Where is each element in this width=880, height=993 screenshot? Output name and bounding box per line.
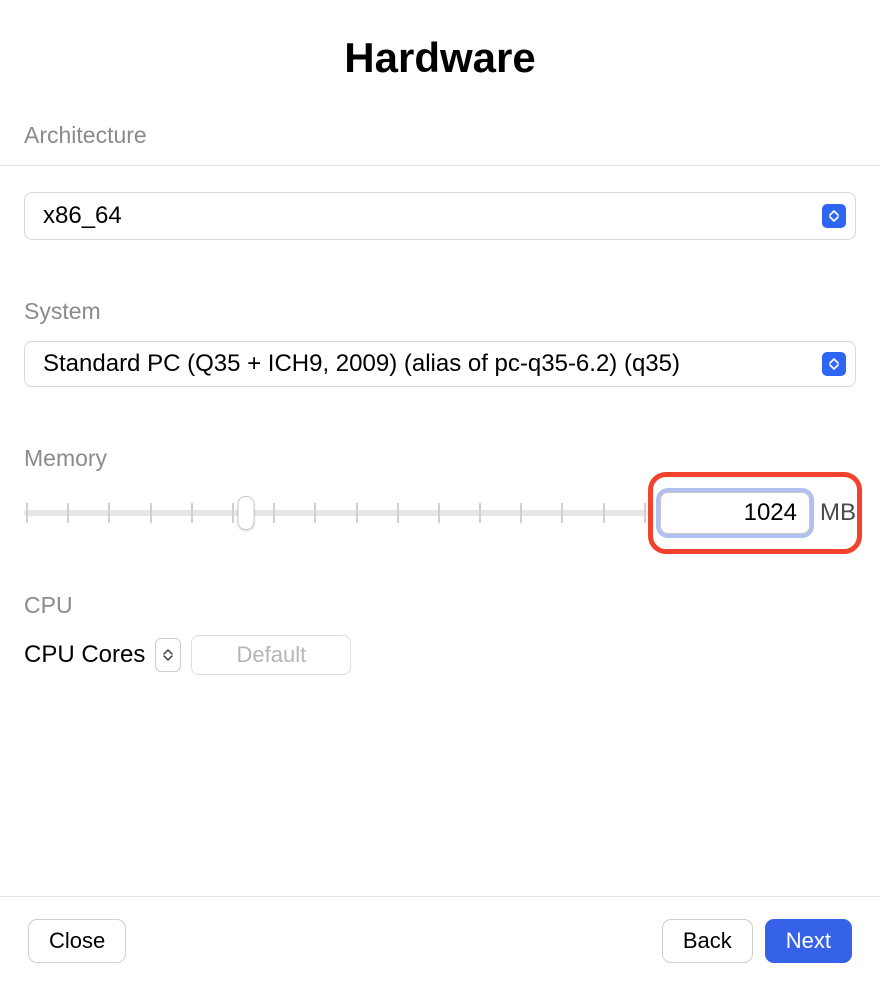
memory-slider[interactable]	[24, 493, 648, 533]
system-value: Standard PC (Q35 + ICH9, 2009) (alias of…	[43, 350, 680, 377]
memory-value-group: MB	[660, 492, 856, 534]
architecture-select-button[interactable]: x86_64	[24, 192, 856, 240]
footer: Close Back Next	[0, 896, 880, 993]
cpu-label: CPU	[24, 592, 856, 619]
cpu-cores-label: CPU Cores	[24, 641, 145, 669]
close-button[interactable]: Close	[28, 919, 126, 963]
slider-rail	[24, 510, 648, 516]
architecture-select[interactable]: x86_64	[24, 192, 856, 240]
system-select[interactable]: Standard PC (Q35 + ICH9, 2009) (alias of…	[24, 341, 856, 387]
memory-unit: MB	[820, 499, 856, 527]
memory-input[interactable]	[660, 492, 810, 534]
memory-label: Memory	[24, 445, 856, 472]
architecture-value: x86_64	[43, 202, 122, 229]
divider	[0, 165, 880, 166]
page-title: Hardware	[0, 0, 880, 122]
cpu-cores-stepper[interactable]	[155, 638, 181, 672]
select-arrows-icon	[822, 204, 846, 228]
slider-thumb[interactable]	[237, 496, 254, 530]
system-label: System	[24, 298, 856, 325]
slider-ticks	[26, 503, 646, 523]
next-button[interactable]: Next	[765, 919, 852, 963]
cpu-default-button[interactable]: Default	[191, 635, 351, 675]
back-button[interactable]: Back	[662, 919, 753, 963]
chevron-down-icon	[163, 655, 173, 661]
architecture-label: Architecture	[24, 122, 856, 149]
select-arrows-icon	[822, 352, 846, 376]
system-select-button[interactable]: Standard PC (Q35 + ICH9, 2009) (alias of…	[24, 341, 856, 387]
